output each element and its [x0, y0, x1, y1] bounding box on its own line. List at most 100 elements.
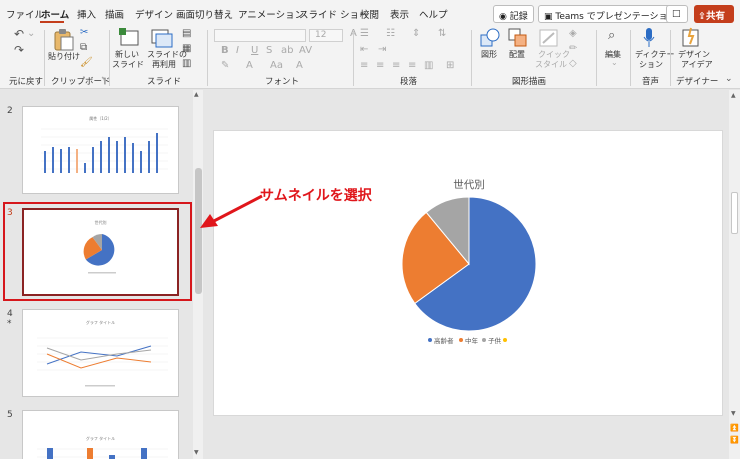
slide-thumbnail-2[interactable]: 属性（1/2） [22, 106, 179, 194]
undo-dropdown-icon[interactable]: ⌄ [27, 28, 35, 39]
shapes-label[interactable]: 図形 [481, 50, 497, 60]
clear-format-icon[interactable]: A [296, 60, 303, 71]
italic-icon[interactable]: I [236, 45, 239, 56]
arrange-icon[interactable] [508, 28, 528, 48]
char-spacing-icon[interactable]: AV [299, 45, 312, 56]
design-ideas-label-2[interactable]: アイデア [681, 60, 713, 70]
chevron-down-icon[interactable]: ⌄ [611, 58, 618, 67]
tab-draw[interactable]: 描画 [105, 7, 124, 21]
slide-canvas[interactable]: 世代別 高齢者 中年 子供 [213, 130, 723, 416]
cut-icon[interactable]: ✂ [80, 27, 88, 38]
smartart-icon[interactable]: ⊞ [446, 60, 454, 71]
align-center-icon[interactable]: ≡ [376, 60, 384, 71]
next-slide-icon[interactable]: ⏬ [730, 436, 739, 444]
section-icon[interactable]: ▥ [182, 58, 191, 69]
tab-file[interactable]: ファイル [6, 7, 44, 21]
share-button[interactable]: ⇪共有 [694, 5, 734, 23]
legend-label: 中年 [465, 336, 479, 345]
bullets-icon[interactable]: ☰ [360, 28, 369, 39]
quick-styles-label-1[interactable]: クイック [538, 50, 570, 60]
decrease-indent-icon[interactable]: ⇤ [360, 44, 368, 55]
comment-icon: □ [672, 9, 681, 19]
reuse-slides-label-1[interactable]: スライドの [147, 50, 187, 60]
line-spacing-icon[interactable]: ⇕ [412, 28, 420, 39]
tab-design[interactable]: デザイン [135, 7, 173, 21]
strikethrough-icon[interactable]: S [266, 45, 272, 56]
new-slide-label-2[interactable]: スライド [112, 60, 144, 70]
bold-icon[interactable]: B [221, 45, 229, 56]
scroll-down-icon[interactable]: ▼ [194, 449, 199, 456]
new-slide-label-1[interactable]: 新しい [115, 50, 139, 60]
editor-scroll-thumb[interactable] [731, 192, 738, 234]
shapes-icon[interactable] [480, 28, 500, 48]
undo-icon[interactable]: ↶ [14, 27, 24, 41]
thumb-bar-chart [41, 128, 168, 173]
scroll-up-icon[interactable]: ▲ [194, 91, 199, 98]
underline-icon[interactable]: U [251, 45, 258, 56]
font-name-combo[interactable] [214, 29, 306, 42]
record-icon: ◉ [499, 12, 507, 22]
search-icon[interactable]: ⌕ [608, 28, 615, 43]
text-direction-icon[interactable]: ⇅ [438, 28, 446, 39]
editor-scrollbar[interactable]: ▲ ▼ ⏫ ⏬ [729, 90, 740, 459]
slide-thumbnail-4[interactable]: グラフ タイトル [22, 309, 179, 397]
copy-icon[interactable]: ⧉ [80, 42, 87, 53]
shape-effects-icon[interactable]: ◇ [569, 58, 577, 69]
change-case-icon[interactable]: Aa [270, 60, 283, 71]
slide-thumbnail-3[interactable]: 世代別 [22, 208, 179, 296]
quick-styles-icon[interactable] [538, 28, 560, 48]
tab-view[interactable]: 表示 [390, 7, 409, 21]
highlight-icon[interactable]: ✎ [221, 60, 229, 71]
dictate-label-1[interactable]: ディクテー [635, 50, 674, 60]
tab-animations[interactable]: アニメーション [238, 7, 304, 21]
record-button[interactable]: ◉ 記録 [493, 5, 534, 23]
annotation-callout: サムネイルを選択 [260, 188, 372, 204]
redo-icon[interactable]: ↷ [14, 43, 24, 57]
design-ideas-icon[interactable] [681, 27, 701, 49]
layout-icon[interactable]: ▤ [182, 28, 191, 39]
tab-home[interactable]: ホーム [41, 7, 69, 21]
increase-indent-icon[interactable]: ⇥ [378, 44, 386, 55]
paste-icon[interactable] [53, 28, 75, 52]
justify-icon[interactable]: ≡ [408, 60, 416, 71]
previous-slide-icon[interactable]: ⏫ [730, 424, 739, 432]
dictate-label-2[interactable]: ション [639, 60, 663, 70]
font-size-combo[interactable]: 12 [309, 29, 343, 42]
paste-label[interactable]: 貼り付け [48, 52, 80, 62]
pie-chart[interactable]: 高齢者 中年 子供 [214, 131, 724, 417]
arrange-label[interactable]: 配置 [509, 50, 525, 60]
font-color-icon[interactable]: A [246, 60, 253, 71]
format-painter-icon[interactable]: 🖌 [80, 57, 93, 68]
align-left-icon[interactable]: ≡ [360, 60, 368, 71]
columns-icon[interactable]: ▥ [424, 60, 433, 71]
slide-number: 4 [7, 309, 13, 319]
tab-review[interactable]: 校閲 [360, 7, 379, 21]
slide-thumbnail-5[interactable]: グラフ タイトル [22, 410, 179, 459]
tab-transitions[interactable]: 画面切り替え [176, 7, 233, 21]
scroll-down-icon[interactable]: ▼ [731, 410, 736, 417]
reuse-slides-icon[interactable] [151, 28, 173, 48]
shadow-icon[interactable]: ab [281, 45, 293, 56]
new-slide-icon[interactable] [119, 28, 141, 48]
quick-styles-label-2[interactable]: スタイル [535, 60, 567, 70]
record-label: 記録 [509, 12, 528, 22]
dialog-launcher-icon[interactable]: ⬊ [101, 75, 107, 83]
reuse-slides-label-2[interactable]: 再利用 [152, 60, 176, 70]
microphone-icon[interactable] [642, 27, 656, 49]
ribbon-separator [596, 30, 597, 86]
align-right-icon[interactable]: ≡ [392, 60, 400, 71]
shape-fill-icon[interactable]: ◈ [569, 28, 577, 39]
design-ideas-label-1[interactable]: デザイン [678, 50, 710, 60]
reset-icon[interactable]: ▦ [182, 43, 191, 54]
teams-present-button[interactable]: ▣ Teams でプレゼンテーション [538, 5, 683, 23]
comment-button[interactable]: □ [666, 5, 688, 23]
shape-outline-icon[interactable]: ✏ [569, 43, 577, 54]
tab-insert[interactable]: 挿入 [77, 7, 96, 21]
numbering-icon[interactable]: ☷ [386, 28, 395, 39]
designer-group-label: デザイナー [676, 77, 719, 87]
tab-slideshow[interactable]: スライド ショー [299, 7, 369, 21]
tab-help[interactable]: ヘルプ [419, 7, 448, 21]
scroll-up-icon[interactable]: ▲ [731, 92, 736, 99]
collapse-ribbon-icon[interactable]: ⌄ [725, 74, 733, 84]
thumb-column-chart [37, 448, 168, 459]
